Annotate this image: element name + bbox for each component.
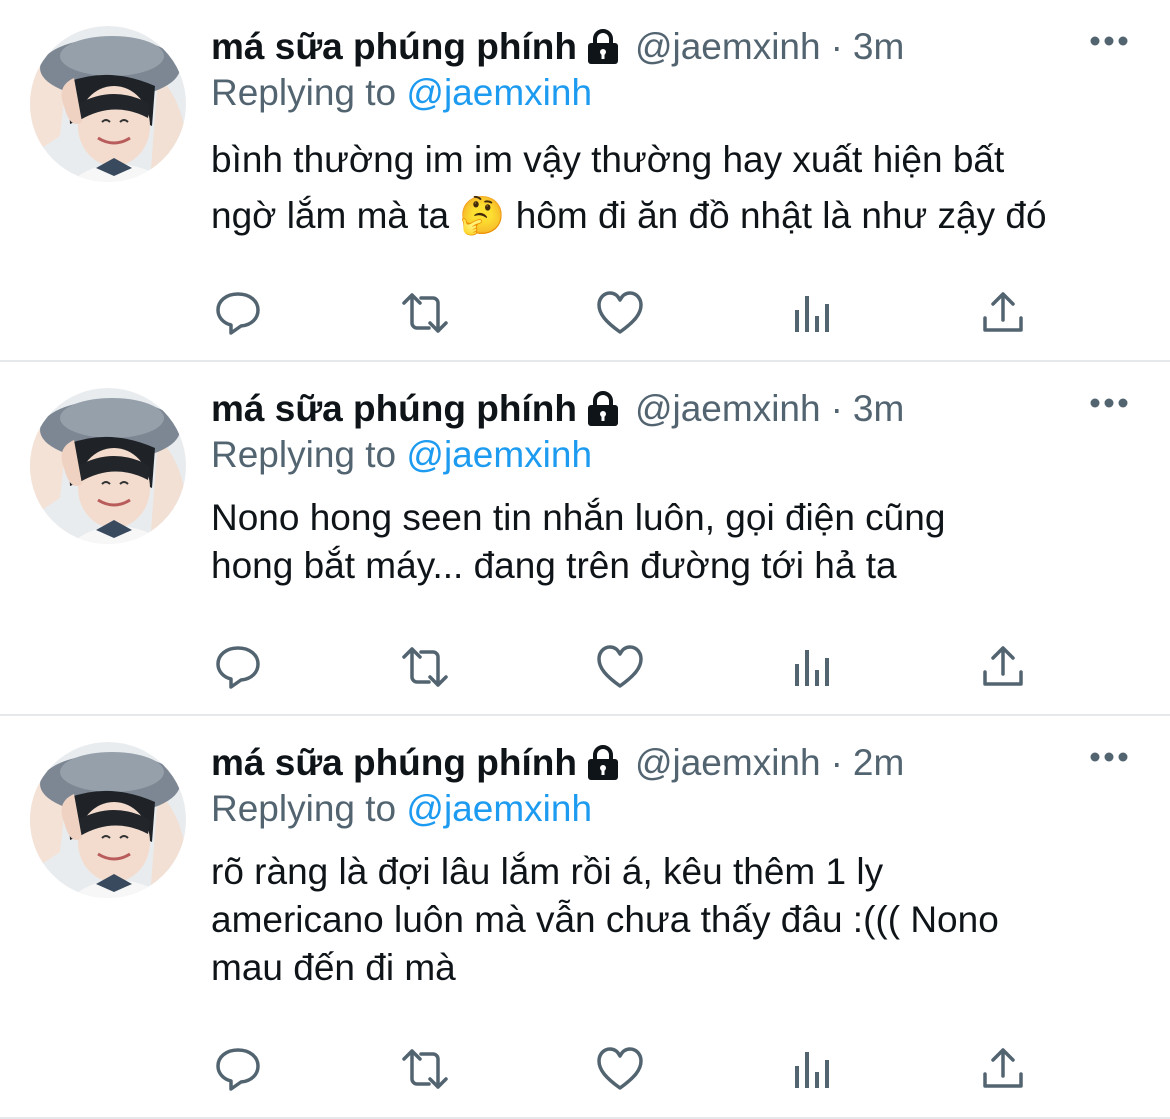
more-options-icon[interactable] bbox=[1090, 752, 1128, 762]
share-icon[interactable] bbox=[979, 290, 1027, 336]
tweet-header: má sữa phúng phính @jaemxinh · 3m bbox=[211, 386, 904, 432]
author-handle[interactable]: @jaemxinh bbox=[635, 742, 821, 784]
replying-mention-link[interactable]: @jaemxinh bbox=[406, 788, 592, 829]
replying-prefix: Replying to bbox=[211, 72, 397, 113]
analytics-icon[interactable] bbox=[789, 290, 837, 336]
replying-mention-link[interactable]: @jaemxinh bbox=[406, 72, 592, 113]
share-icon[interactable] bbox=[979, 1046, 1027, 1092]
like-icon[interactable] bbox=[596, 290, 644, 336]
tweet-header: má sữa phúng phính @jaemxinh · 3m bbox=[211, 24, 904, 70]
reply-thread: má sữa phúng phính @jaemxinh · 3m Replyi… bbox=[0, 0, 1170, 1119]
author-handle[interactable]: @jaemxinh bbox=[635, 26, 821, 68]
share-icon[interactable] bbox=[979, 644, 1027, 690]
author-name[interactable]: má sữa phúng phính bbox=[211, 26, 577, 68]
retweet-icon[interactable] bbox=[401, 1046, 449, 1092]
timestamp[interactable]: 2m bbox=[853, 742, 904, 784]
timestamp[interactable]: 3m bbox=[853, 26, 904, 68]
tweet-actions bbox=[211, 1046, 1041, 1092]
avatar[interactable] bbox=[30, 26, 186, 182]
retweet-icon[interactable] bbox=[401, 644, 449, 690]
tweet-actions bbox=[211, 644, 1041, 690]
replying-prefix: Replying to bbox=[211, 434, 397, 475]
tweet-actions bbox=[211, 290, 1041, 336]
analytics-icon[interactable] bbox=[789, 644, 837, 690]
avatar[interactable] bbox=[30, 388, 186, 544]
tweet-text: rõ ràng là đợi lâu lắm rồi á, kêu thêm 1… bbox=[211, 848, 1141, 992]
tweet-text-line: mau đến đi mà bbox=[211, 947, 456, 988]
retweet-icon[interactable] bbox=[401, 290, 449, 336]
reply-icon[interactable] bbox=[214, 1046, 262, 1092]
replying-prefix: Replying to bbox=[211, 788, 397, 829]
replying-to: Replying to @jaemxinh bbox=[211, 434, 592, 476]
reply-icon[interactable] bbox=[214, 290, 262, 336]
tweet[interactable]: má sữa phúng phính @jaemxinh · 2m Replyi… bbox=[0, 716, 1170, 1119]
analytics-icon[interactable] bbox=[789, 1046, 837, 1092]
separator-dot: · bbox=[830, 26, 843, 67]
tweet-text-line: bình thường im im vậy thường hay xuất hi… bbox=[211, 139, 1005, 180]
tweet-text: Nono hong seen tin nhắn luôn, gọi điện c… bbox=[211, 494, 1141, 590]
tweet-text-line: americano luôn mà vẫn chưa thấy đâu :(((… bbox=[211, 899, 999, 940]
lock-icon bbox=[587, 745, 618, 780]
replying-to: Replying to @jaemxinh bbox=[211, 788, 592, 830]
avatar[interactable] bbox=[30, 742, 186, 898]
separator-dot: · bbox=[830, 742, 843, 783]
tweet-text-line: Nono hong seen tin nhắn luôn, gọi điện c… bbox=[211, 497, 946, 538]
author-name[interactable]: má sữa phúng phính bbox=[211, 742, 577, 784]
timestamp[interactable]: 3m bbox=[853, 388, 904, 430]
lock-icon bbox=[587, 391, 618, 426]
lock-icon bbox=[587, 29, 618, 64]
tweet[interactable]: má sữa phúng phính @jaemxinh · 3m Replyi… bbox=[0, 362, 1170, 716]
like-icon[interactable] bbox=[596, 1046, 644, 1092]
tweet-text-line: rõ ràng là đợi lâu lắm rồi á, kêu thêm 1… bbox=[211, 851, 884, 892]
tweet[interactable]: má sữa phúng phính @jaemxinh · 3m Replyi… bbox=[0, 0, 1170, 362]
tweet-text-line: hong bắt máy... đang trên đường tới hả t… bbox=[211, 545, 897, 586]
more-options-icon[interactable] bbox=[1090, 398, 1128, 408]
replying-mention-link[interactable]: @jaemxinh bbox=[406, 434, 592, 475]
like-icon[interactable] bbox=[596, 644, 644, 690]
separator-dot: · bbox=[830, 388, 843, 429]
author-name[interactable]: má sữa phúng phính bbox=[211, 388, 577, 430]
tweet-header: má sữa phúng phính @jaemxinh · 2m bbox=[211, 740, 904, 786]
tweet-text-line: ngờ lắm mà ta 🤔 hôm đi ăn đồ nhật là như… bbox=[211, 195, 1047, 236]
reply-icon[interactable] bbox=[214, 644, 262, 690]
author-handle[interactable]: @jaemxinh bbox=[635, 388, 821, 430]
tweet-text: bình thường im im vậy thường hay xuất hi… bbox=[211, 132, 1141, 244]
replying-to: Replying to @jaemxinh bbox=[211, 72, 592, 114]
more-options-icon[interactable] bbox=[1090, 36, 1128, 46]
